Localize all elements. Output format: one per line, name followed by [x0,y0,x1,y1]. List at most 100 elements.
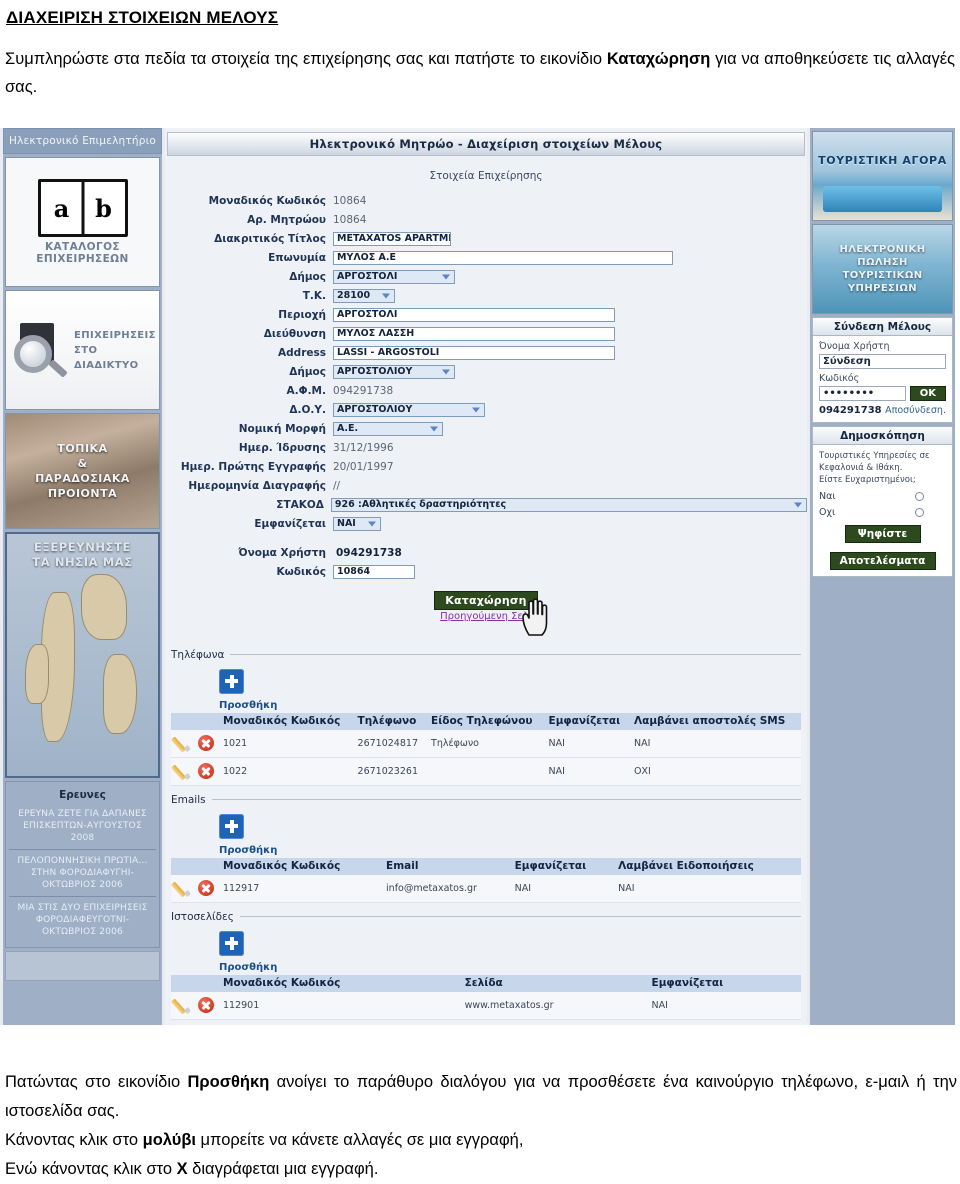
visible-select[interactable]: ΝΑΙ [333,516,381,531]
field-row-address-gr: Διεύθυνση ΜΥΛΟΣ ΛΑΣΣΗ [165,325,807,343]
field-row-company-name: Επωνυμία ΜΥΛΟΣ Α.Ε [165,249,807,267]
banner-online-sales[interactable]: ΗΛΕΚΤΡΟΝΙΚΗ ΠΩΛΗΣΗ ΤΟΥΡΙΣΤΙΚΩΝ ΥΠΗΡΕΣΙΩΝ [812,224,953,314]
search-banner-line-1: ΕΠΙΧΕΙΡΗΣΕΙΣ [74,329,156,341]
field-row-registry-number: Αρ. Μητρώου 10864 [165,211,807,229]
delete-x-icon[interactable] [198,735,214,751]
submit-area: Καταχώρηση Προηγούμενη Σελ. [165,589,807,636]
company-name-input[interactable]: ΜΥΛΟΣ Α.Ε [333,250,673,265]
logout-link[interactable]: Αποσύνδεση. [885,405,946,416]
delete-x-icon[interactable] [198,997,214,1013]
phones-add-area: Προσθήκη [171,661,801,711]
delete-x-icon[interactable] [198,763,214,779]
registry-number-value: 10864 [333,213,367,226]
cell: www.metaxatos.gr [460,991,648,1020]
banner-explore-islands[interactable]: ΕΞΕΡΕΥΝΗΣΤΕ ΤΑ ΝΗΣΙΑ ΜΑΣ [5,532,160,778]
section-websites-header: Ιστοσελίδες [171,911,801,923]
section-emails-header: Emails [171,794,801,806]
delete-x-icon[interactable] [198,880,214,896]
area-input[interactable]: ΑΡΓΟΣΤΟΛΙ [333,307,615,322]
research-item[interactable]: ΠΕΛΟΠΟΝΝΗΣΙΚΗ ΠΡΩΤΙΑ…ΣΤΗΝ ΦΟΡΟΔΙΑΦΥΓΗΙ-Ο… [9,849,156,896]
bottom-bold-add: Προσθήκη [187,1073,270,1091]
phones-add-label[interactable]: Προσθήκη [219,700,801,711]
username-label: Όνομα Χρήστη [819,341,890,352]
tax-office-select[interactable]: ΑΡΓΟΣΤΟΛΙΟΥ [333,402,485,417]
cell: 112901 [219,991,461,1020]
websites-add-label[interactable]: Προσθήκη [219,962,801,973]
postal-code-select[interactable]: 28100 [333,288,395,303]
left-sidebar-title: Ηλεκτρονικό Επιμελητήριο [3,128,162,154]
row-actions [170,874,219,903]
intro-bold-word: Καταχώρηση [606,50,711,68]
column-header: Email [382,857,511,875]
field-label: Δήμος [289,365,326,378]
table-header-row: Μοναδικός Κωδικός Τηλέφωνο Είδος Τηλεφών… [171,712,801,730]
poll-panel-title: Δημοσκόπηση [812,426,953,445]
edit-pencil-icon[interactable] [170,735,192,752]
edit-pencil-icon[interactable] [170,880,192,897]
field-label: Α.Φ.Μ. [286,384,326,397]
poll-vote-button[interactable]: Ψηφίστε [844,525,921,543]
cell: ΝΑΙ [510,874,615,903]
cell: ΝΑΙ [647,991,801,1020]
banner-local-products[interactable]: ΤΟΠΙΚΑ & ΠΑΡΑΔΟΣΙΑΚΑ ΠΡΟΙΟΝΤΑ [5,413,160,529]
sales-line-3: ΤΟΥΡΙΣΤΙΚΩΝ [842,270,923,281]
login-panel: Όνομα Χρήστη Σύνδεση Κωδικός •••••••• OK… [812,336,953,423]
research-item[interactable]: ΕΡΕΥΝΑ ΖΕΤΕ ΓΙΑ ΔΑΠΑΝΕΣ ΕΠΙΣΚΕΠΤΩΝ-ΑΥΓΟΥ… [9,803,156,849]
municipality-select[interactable]: ΑΡΓΟΣΤΟΛΙ [333,269,455,284]
poll-option-yes[interactable]: Ναι [819,491,946,502]
bottom-bold-x: Χ [176,1160,188,1178]
stakod-select[interactable]: 926 :Αθλητικές δραστηριότητες [330,497,807,512]
research-item[interactable]: ΜΙΑ ΣΤΙΣ ΔΥΟ ΕΠΙΧΕΙΡΗΣΕΙΣ ΦΟΡΟΔΙΑΦΕΥΓΟΤΝ… [9,896,156,943]
poll-question-line-3: Είστε Ευχαριστημένοι; [819,475,916,485]
banner-businesses-online[interactable]: ΕΠΙΧΕΙΡΗΣΕΙΣ ΣΤΟ ΔΙΑΔΙΚΤΥΟ [5,290,160,410]
cell: 1021 [219,729,354,758]
divider [239,916,801,917]
field-label: Δήμος [289,270,326,283]
column-header: Εμφανίζεται [510,857,615,875]
right-sidebar: ΤΟΥΡΙΣΤΙΚΗ ΑΓΟΡΑ ΗΛΕΚΤΡΟΝΙΚΗ ΠΩΛΗΣΗ ΤΟΥΡ… [810,128,955,1025]
cell: Τηλέφωνο [427,729,545,758]
radio-yes[interactable] [915,492,924,501]
municipality-2-select[interactable]: ΑΡΓΟΣΤΟΛΙΟΥ [333,364,455,379]
add-icon[interactable] [219,930,244,956]
bottom-text-3a: Ενώ κάνοντας κλικ στο [5,1160,177,1178]
field-label: Νομική Μορφή [238,422,326,435]
legal-form-select[interactable]: Α.Ε. [333,421,443,436]
page-title: ΔΙΑΧΕΙΡΙΣΗ ΣΤΟΙΧΕΙΩΝ ΜΕΛΟΥΣ [6,8,279,27]
column-header: Σελίδα [460,974,648,992]
book-letter-a: a [53,193,70,223]
emails-add-area: Προσθήκη [171,806,801,856]
map-island-shape [81,574,127,640]
edit-pencil-icon[interactable] [170,763,192,780]
banner-business-catalog[interactable]: a b ΚΑΤΑΛΟΓΟΣ ΕΠΙΧΕΙΡΗΣΕΩΝ [5,157,160,287]
login-password-input[interactable]: •••••••• [819,386,906,401]
login-ok-button[interactable]: OK [909,386,946,401]
bottom-text-2a: Κάνοντας κλικ στο [5,1131,143,1149]
trade-title-input[interactable]: METAXATOS APARTMENTS [333,231,451,246]
radio-no[interactable] [915,508,924,517]
field-label: Μοναδικός Κωδικός [208,194,326,207]
magnifier-icon [12,321,70,379]
previous-page-link[interactable]: Προηγούμενη Σελ. [165,611,807,622]
field-row-trade-title: Διακριτικός Τίτλος METAXATOS APARTMENTS [165,230,807,248]
address-en-input[interactable]: LASSI - ARGOSTOLI [333,345,615,360]
add-icon[interactable] [219,668,244,694]
address-gr-input[interactable]: ΜΥΛΟΣ ΛΑΣΣΗ [333,326,615,341]
products-line-4: ΠΡΟΙΟΝΤΑ [47,487,118,500]
password-input[interactable]: 10864 [333,564,415,579]
row-actions [170,729,219,758]
cell: 112917 [219,874,383,903]
poll-question-line-2: Κεφαλονιά & Ιθάκη. [819,463,903,473]
poll-option-no[interactable]: Οχι [819,507,946,518]
cell: ΝΑΙ [544,729,630,758]
emails-add-label[interactable]: Προσθήκη [219,845,801,856]
first-registration-date-value: 20/01/1997 [333,460,394,473]
add-icon[interactable] [219,813,244,839]
poll-results-button[interactable]: Αποτελέσματα [829,552,936,570]
edit-pencil-icon[interactable] [170,997,192,1014]
login-username-input[interactable]: Σύνδεση [819,354,946,369]
banner-tourist-market[interactable]: ΤΟΥΡΙΣΤΙΚΗ ΑΓΟΡΑ [812,131,953,221]
founding-date-value: 31/12/1996 [333,441,394,454]
section-emails-title: Emails [171,793,206,806]
intro-paragraph: Συμπληρώστε στα πεδία τα στοιχεία της επ… [5,45,955,101]
